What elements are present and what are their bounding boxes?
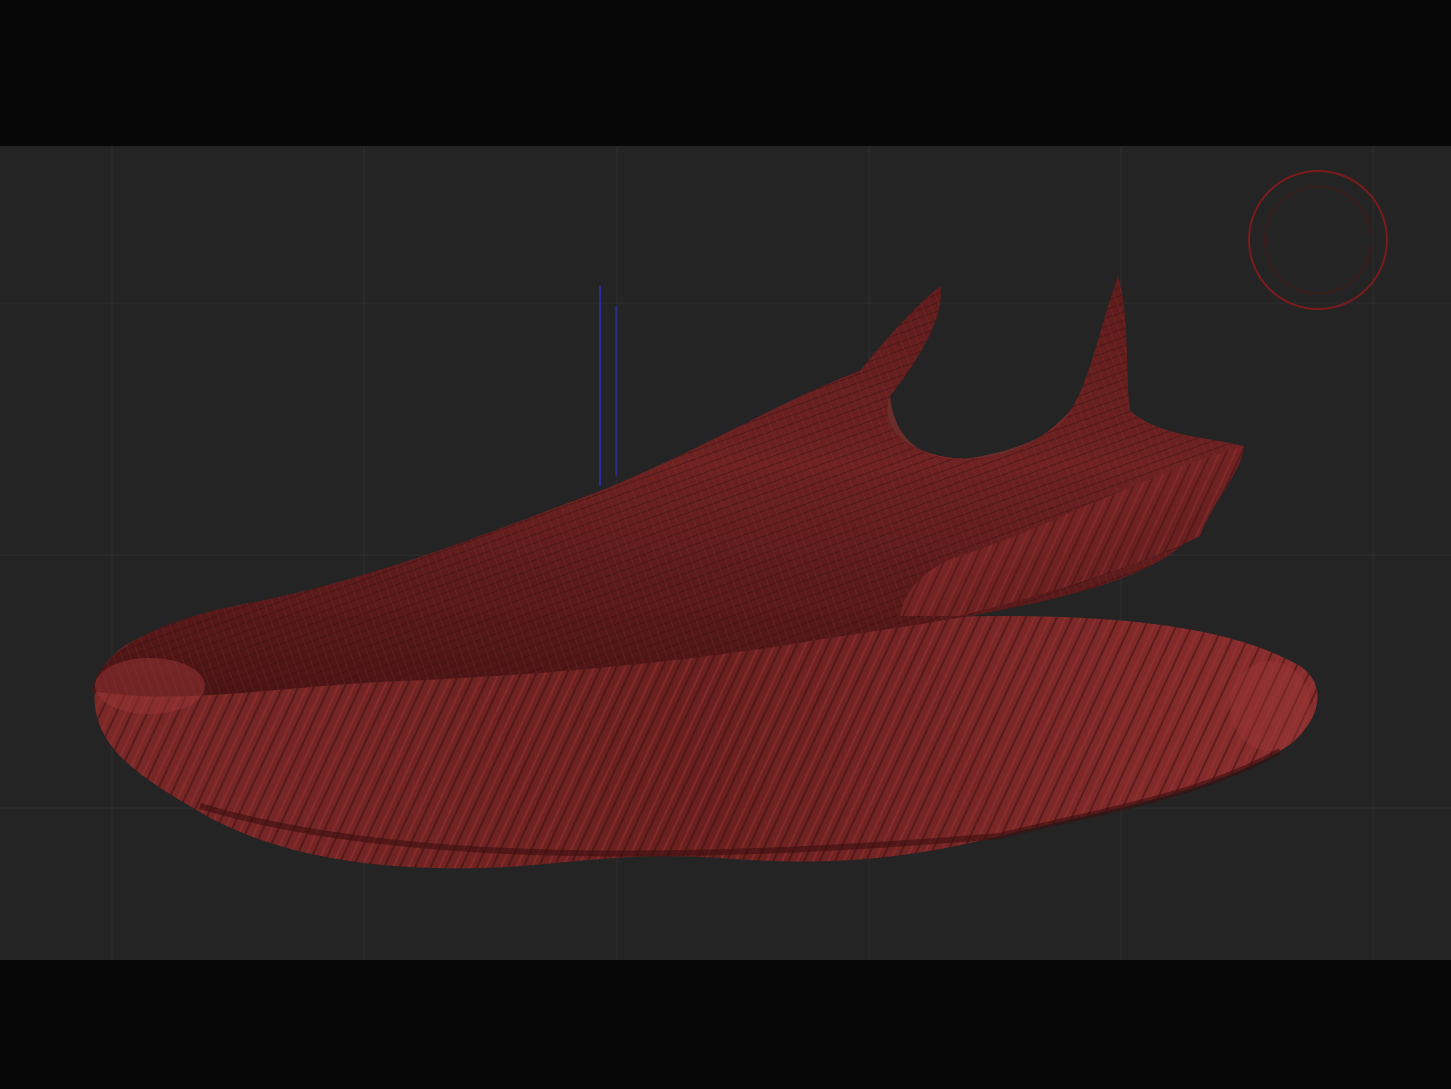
heel-highlight xyxy=(1230,661,1310,751)
letterbox-bottom xyxy=(0,960,1451,1089)
3d-viewport[interactable] xyxy=(0,146,1451,960)
brush-inner-circle xyxy=(1264,186,1372,294)
letterbox-top xyxy=(0,0,1451,146)
brush-circle-icon xyxy=(1248,170,1388,310)
toe-highlight xyxy=(95,658,205,714)
viewport-canvas[interactable] xyxy=(0,146,1451,960)
sneaker-model[interactable] xyxy=(92,276,1318,869)
